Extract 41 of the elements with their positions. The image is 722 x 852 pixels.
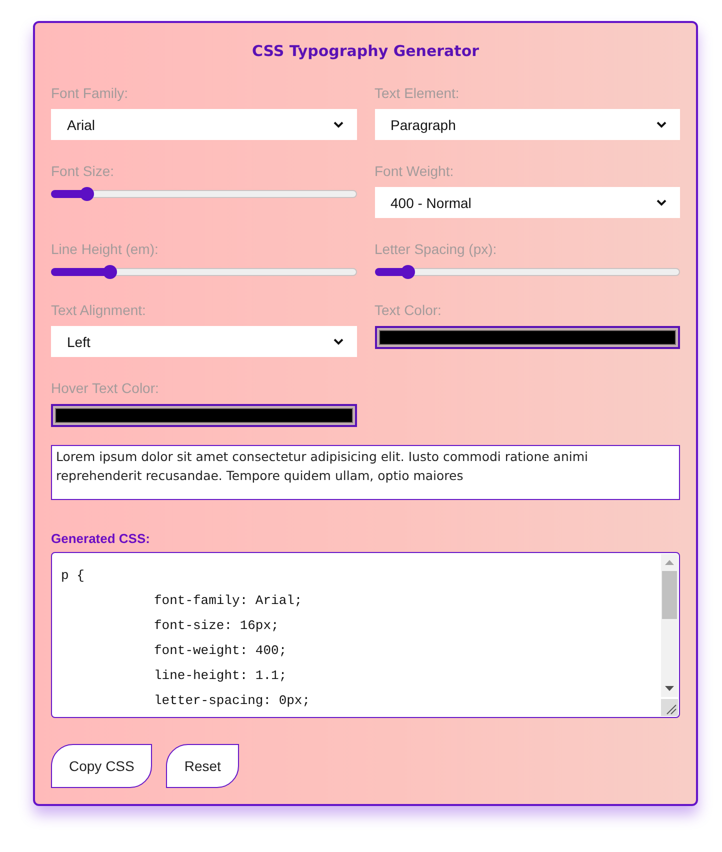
code-line: p { [61, 568, 84, 583]
code-line: font-weight: 400; [154, 643, 287, 658]
scrollbar-track[interactable] [661, 554, 678, 697]
field-label: Hover Text Color: [51, 380, 159, 396]
slider-track[interactable] [51, 265, 356, 279]
resize-grip-icon[interactable] [661, 699, 678, 716]
select-field[interactable]: Left [51, 326, 356, 357]
select-field[interactable]: Arial [51, 109, 356, 140]
scroll-down-arrow-icon[interactable] [665, 686, 674, 691]
field-label: Text Element: [374, 85, 460, 101]
color-picker[interactable] [51, 404, 356, 427]
chevron-down-icon [656, 121, 667, 128]
scrollbar-thumb[interactable] [662, 571, 677, 619]
output-label: Generated CSS: [51, 531, 150, 546]
code-line: line-height: 1.1; [154, 668, 287, 683]
color-picker[interactable] [374, 326, 680, 349]
css-output-field[interactable]: p { font-family: Arial; font-size: 16px; font-weight: 400; line-height: 1.1; letter-spacing: 0px; [51, 552, 680, 718]
field-label: Font Size: [51, 163, 114, 179]
page-title: CSS Typography Generator [250, 41, 480, 62]
field-label: Font Weight: [374, 163, 454, 179]
select-field[interactable]: Paragraph [374, 109, 680, 140]
slider-track[interactable] [374, 265, 680, 279]
chevron-down-icon [656, 199, 667, 206]
preview-text-box: Lorem ipsum dolor sit amet consectetur adipisicing elit. Iusto commodi ratione animi reprehenderit recusandae. Tempore quidem ullam, optio maiores [51, 445, 680, 500]
field-label: Font Family: [51, 85, 128, 101]
field-label: Line Height (em): [51, 241, 158, 257]
field-label: Letter Spacing (px): [374, 241, 497, 257]
field-label: Text Alignment: [51, 302, 146, 318]
code-line: font-size: 16px; [154, 618, 279, 633]
slider-track[interactable] [51, 187, 356, 201]
slider-thumb[interactable] [400, 265, 415, 279]
chevron-down-icon [332, 338, 344, 345]
slider-thumb[interactable] [80, 187, 94, 201]
code-line: font-family: Arial; [154, 593, 302, 608]
chevron-down-icon [332, 121, 344, 128]
action-button[interactable]: Copy CSS [51, 744, 152, 788]
select-field[interactable]: 400 - Normal [374, 187, 680, 218]
action-button[interactable]: Reset [166, 744, 239, 788]
slider-thumb[interactable] [103, 265, 118, 279]
code-line: letter-spacing: 0px; [154, 693, 310, 708]
field-label: Text Color: [374, 302, 442, 318]
